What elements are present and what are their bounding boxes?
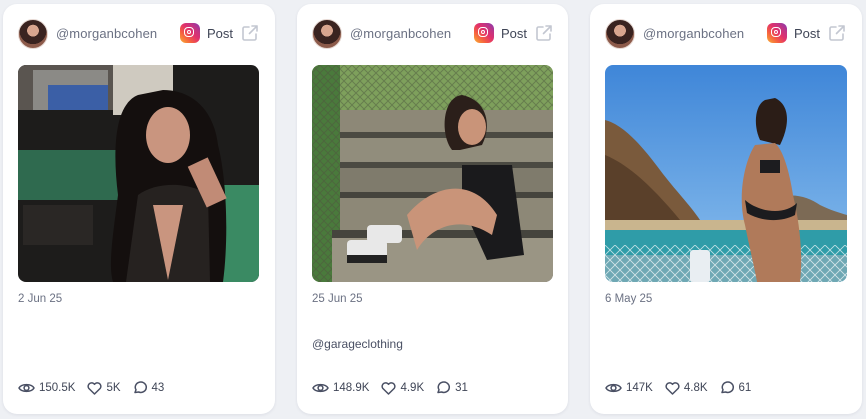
post-card[interactable]: @morganbcohen Post 6 May 25 147K 4.8K 61 [590,4,862,414]
comments-stat: 43 [133,381,165,395]
heart-icon [665,381,680,395]
post-caption: @garageclothing [312,337,403,351]
likes-count: 4.8K [683,382,708,394]
post-date: 25 Jun 25 [312,293,363,305]
post-stats: 148.9K 4.9K 31 [312,380,558,396]
comment-icon [720,381,734,394]
heart-icon [87,381,103,395]
eye-icon [605,383,622,393]
views-count: 150.5K [39,382,76,394]
likes-stat: 4.9K [381,381,425,395]
post-header: @morganbcohen Post [18,19,261,49]
account-handle[interactable]: @morganbcohen [643,26,744,41]
account-handle[interactable]: @morganbcohen [350,26,451,41]
comment-icon [437,381,451,394]
post-stats: 147K 4.8K 61 [605,380,852,396]
instagram-icon [180,23,200,43]
comments-stat: 61 [720,381,752,395]
post-type-label: Post [501,26,528,41]
likes-stat: 5K [87,381,121,395]
eye-icon [312,383,329,393]
comments-count: 31 [455,382,468,394]
account-handle[interactable]: @morganbcohen [56,26,157,41]
views-count: 147K [626,382,653,394]
post-card[interactable]: @morganbcohen Post 25 Jun 25 @garageclot… [297,4,568,414]
eye-icon [18,383,35,393]
comments-count: 43 [151,382,165,394]
instagram-icon [767,23,787,43]
post-image[interactable] [605,65,847,282]
views-stat: 150.5K [18,382,75,394]
views-stat: 147K [605,382,653,394]
instagram-icon [474,23,494,43]
post-card[interactable]: @morganbcohen Post 2 Jun 25 150.5K 5K 43 [3,4,275,414]
likes-count: 5K [106,382,121,394]
likes-count: 4.9K [400,382,425,394]
post-header: @morganbcohen Post [312,19,554,49]
post-image[interactable] [312,65,553,282]
comment-icon [133,381,147,394]
heart-icon [381,381,397,395]
external-link-icon[interactable] [535,24,553,42]
external-link-icon[interactable] [241,24,259,42]
views-count: 148.9K [333,382,370,394]
likes-stat: 4.8K [665,381,708,395]
external-link-icon[interactable] [828,24,846,42]
post-header: @morganbcohen Post [605,19,848,49]
post-date: 2 Jun 25 [18,293,63,305]
post-date: 6 May 25 [605,293,653,305]
avatar[interactable] [605,19,635,49]
avatar[interactable] [312,19,342,49]
post-type-label: Post [207,26,234,41]
post-type-label: Post [794,26,821,41]
comments-stat: 31 [436,381,468,395]
views-stat: 148.9K [312,382,369,394]
avatar[interactable] [18,19,48,49]
post-image[interactable] [18,65,259,282]
comments-count: 61 [738,382,752,394]
post-stats: 150.5K 5K 43 [18,380,265,396]
